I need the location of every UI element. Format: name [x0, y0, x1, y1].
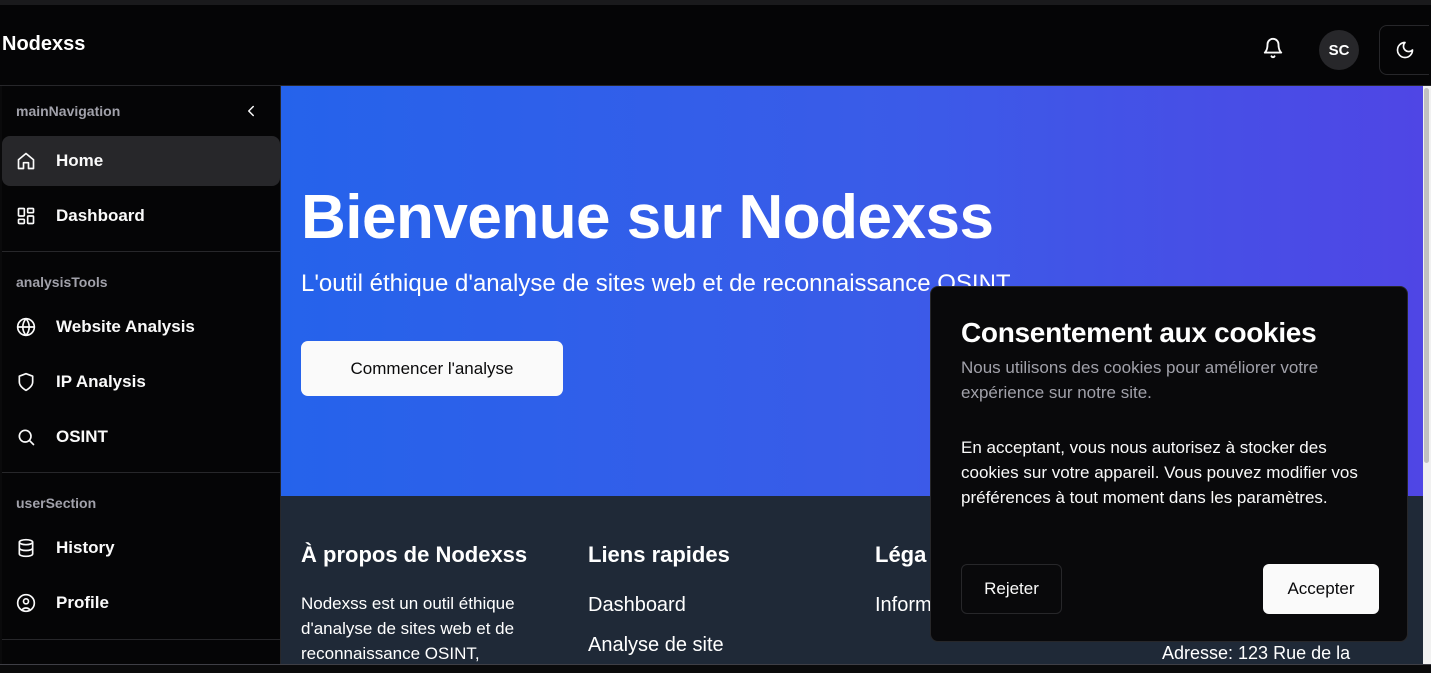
- section-label-main-navigation: mainNavigation: [16, 103, 121, 119]
- sidebar-item-label: OSINT: [56, 427, 108, 446]
- sidebar-divider: [2, 472, 281, 473]
- sidebar-item-website-analysis[interactable]: Website Analysis: [2, 302, 280, 352]
- sidebar: mainNavigation Home Dashboard analysisTo…: [2, 86, 281, 673]
- bottom-edge: [0, 664, 1431, 673]
- brand-logo[interactable]: Nodexss: [2, 33, 85, 56]
- dashboard-icon: [17, 207, 35, 225]
- sidebar-divider: [2, 251, 281, 252]
- footer-contact-address: Adresse: 123 Rue de la: [1162, 643, 1351, 663]
- top-bar: Nodexss SC: [0, 0, 1431, 86]
- hero-subtitle: L'outil éthique d'analyse de sites web e…: [301, 270, 1011, 297]
- sidebar-item-label: History: [56, 538, 115, 557]
- cookie-consent-dialog: Consentement aux cookies Nous utilisons …: [930, 286, 1408, 642]
- footer-link-dashboard[interactable]: Dashboard: [588, 594, 686, 617]
- reject-button[interactable]: Rejeter: [961, 564, 1062, 614]
- sidebar-item-dashboard[interactable]: Dashboard: [2, 191, 280, 241]
- user-circle-icon: [16, 593, 36, 613]
- footer-legal-title: Léga: [875, 542, 927, 567]
- section-label-analysis-tools: analysisTools: [16, 274, 108, 290]
- home-icon: [17, 152, 35, 170]
- cookie-description: Nous utilisons des cookies pour améliore…: [961, 358, 1319, 402]
- sidebar-item-label: Profile: [56, 593, 109, 612]
- bell-icon[interactable]: [1262, 37, 1284, 59]
- database-icon: [18, 538, 34, 558]
- sidebar-divider: [2, 639, 281, 640]
- sidebar-item-osint[interactable]: OSINT: [2, 412, 280, 462]
- sidebar-item-home[interactable]: Home: [2, 136, 280, 186]
- search-icon: [18, 429, 35, 446]
- sidebar-item-ip-analysis[interactable]: IP Analysis: [2, 357, 280, 407]
- sidebar-item-label: Home: [56, 151, 104, 170]
- sidebar-item-label: IP Analysis: [56, 372, 146, 391]
- cookie-body: En acceptant, vous nous autorisez à stoc…: [961, 438, 1358, 507]
- sidebar-item-history[interactable]: History: [2, 523, 280, 573]
- sidebar-item-profile[interactable]: Profile: [2, 578, 280, 628]
- shield-icon: [18, 372, 34, 392]
- theme-toggle-button[interactable]: [1379, 25, 1429, 75]
- section-label-user-section: userSection: [16, 495, 97, 511]
- footer-link-legal-info[interactable]: Inform: [875, 594, 932, 617]
- sidebar-item-label: Dashboard: [56, 206, 145, 225]
- footer-about-text: Nodexss est un outil éthique d'analyse d…: [301, 594, 515, 663]
- footer-link-site-analysis[interactable]: Analyse de site: [588, 634, 724, 657]
- cookie-title: Consentement aux cookies: [961, 317, 1317, 348]
- sidebar-item-label: Website Analysis: [56, 317, 195, 336]
- scrollbar-thumb[interactable]: [1424, 88, 1429, 463]
- hero-title: Bienvenue sur Nodexss: [301, 183, 994, 252]
- globe-icon: [16, 317, 36, 337]
- chevron-left-icon[interactable]: [242, 102, 260, 120]
- footer-links-title: Liens rapides: [588, 542, 730, 567]
- footer-about-title: À propos de Nodexss: [301, 542, 528, 567]
- accept-button[interactable]: Accepter: [1263, 564, 1379, 614]
- start-analysis-button[interactable]: Commencer l'analyse: [301, 341, 563, 396]
- moon-icon: [1396, 41, 1413, 59]
- user-avatar[interactable]: SC: [1319, 30, 1359, 70]
